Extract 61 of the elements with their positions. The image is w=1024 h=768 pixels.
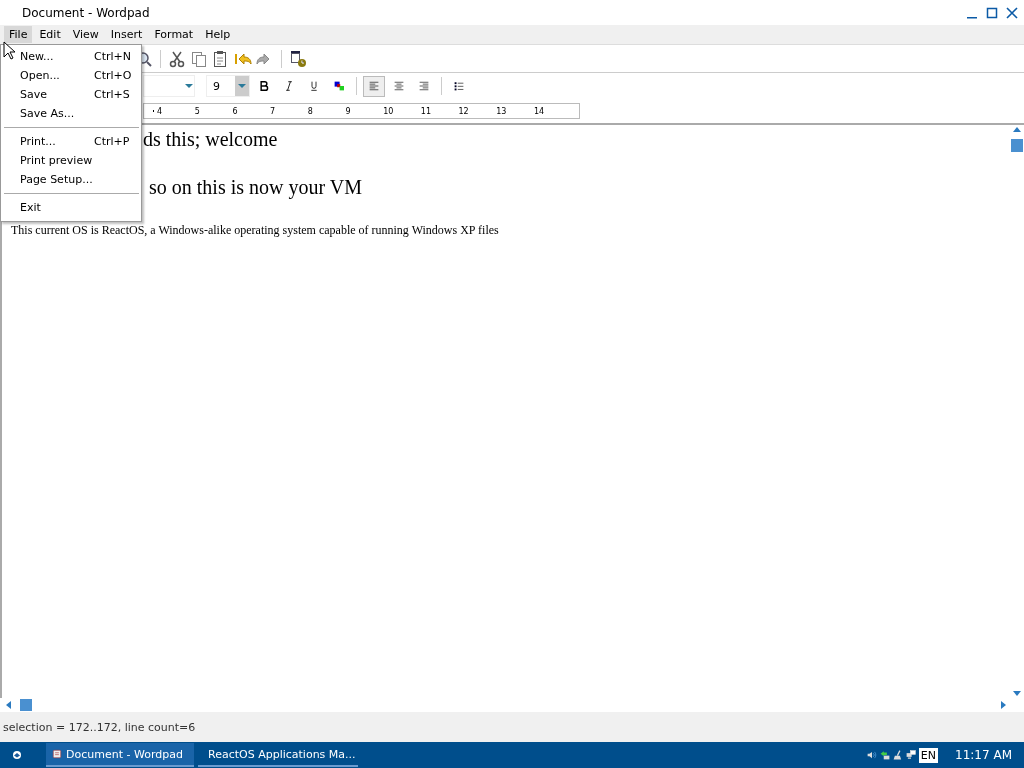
align-left-button[interactable]: [363, 75, 385, 97]
ruler-number: 11: [420, 106, 459, 116]
menu-item[interactable]: Insert: [105, 26, 148, 43]
taskbar-button[interactable]: ReactOS Applications Ma...: [198, 743, 358, 767]
color-squares-icon: [334, 81, 344, 91]
underline-icon: [309, 81, 319, 91]
italic-icon: [284, 81, 294, 91]
menu-entry[interactable]: Print... Ctrl+P: [1, 132, 141, 151]
menu-item[interactable]: View: [67, 26, 104, 43]
bullet-list-icon: [454, 81, 464, 91]
font-size-combo[interactable]: 9: [206, 75, 250, 97]
ruler-number: 10: [383, 106, 421, 116]
document-text: ds this; welcome: [143, 128, 278, 150]
scroll-thumb[interactable]: [20, 699, 32, 711]
ruler-number: 4: [157, 106, 195, 116]
status-text: selection = 172..172, line count=6: [3, 720, 196, 734]
dropdown-arrow-icon[interactable]: [184, 81, 194, 91]
menu-item[interactable]: Help: [200, 26, 236, 43]
menu-entry[interactable]: Exit: [1, 198, 141, 217]
ruler[interactable]: 4 5 6 7 8 9 10 11 12 13 14: [143, 103, 580, 119]
ruler-number: 7: [270, 106, 308, 116]
scroll-left-icon[interactable]: [4, 700, 14, 710]
scroll-thumb[interactable]: [1011, 139, 1023, 152]
document-text: so on this is now your VM: [149, 176, 362, 198]
menu-item[interactable]: Format: [149, 26, 199, 43]
ruler-number: 12: [458, 106, 497, 116]
document-icon: [52, 749, 62, 759]
ruler-number: 6: [232, 106, 271, 116]
ruler-number: 14: [533, 106, 572, 116]
ruler-number: 5: [194, 106, 233, 116]
menu-entry[interactable]: Open... Ctrl+O: [1, 66, 141, 85]
start-logo-icon: [12, 750, 22, 760]
ruler-number: 9: [345, 106, 384, 116]
bold-icon: [259, 81, 269, 91]
ruler-number: 13: [496, 106, 534, 116]
menu-entry[interactable]: Print preview: [1, 151, 141, 170]
broom-icon[interactable]: [892, 750, 903, 760]
close-icon[interactable]: [1004, 4, 1020, 21]
language-indicator[interactable]: EN: [918, 747, 939, 763]
align-right-icon: [419, 81, 429, 91]
calendar-clock-icon[interactable]: [289, 49, 307, 68]
document-text: This current OS is ReactOS, a Windows-alike operating system capable of running Windows XP files: [11, 223, 499, 237]
clock[interactable]: 11:17 AM: [955, 748, 1012, 762]
menu-entry[interactable]: Save As...: [1, 104, 141, 123]
menu-entry[interactable]: New... Ctrl+N: [1, 47, 141, 66]
align-center-icon: [394, 81, 404, 91]
copy-icon[interactable]: [190, 49, 208, 68]
volume-icon[interactable]: [866, 750, 877, 760]
dropdown-arrow-icon[interactable]: [237, 81, 247, 91]
menu-item[interactable]: Edit: [34, 26, 66, 43]
scissors-icon[interactable]: [168, 49, 186, 68]
taskbar-button[interactable]: Document - Wordpad: [46, 743, 194, 767]
ruler-number: 8: [307, 106, 346, 116]
align-left-icon: [369, 81, 379, 91]
computers-icon[interactable]: [905, 750, 916, 760]
menu-item[interactable]: File: [4, 26, 33, 43]
scroll-right-icon[interactable]: [998, 700, 1008, 710]
window-title: Document - Wordpad: [21, 5, 151, 20]
network-arrow-icon[interactable]: [879, 750, 890, 760]
menu-entry[interactable]: Page Setup...: [1, 170, 141, 189]
menu-entry[interactable]: Save Ctrl+S: [1, 85, 141, 104]
